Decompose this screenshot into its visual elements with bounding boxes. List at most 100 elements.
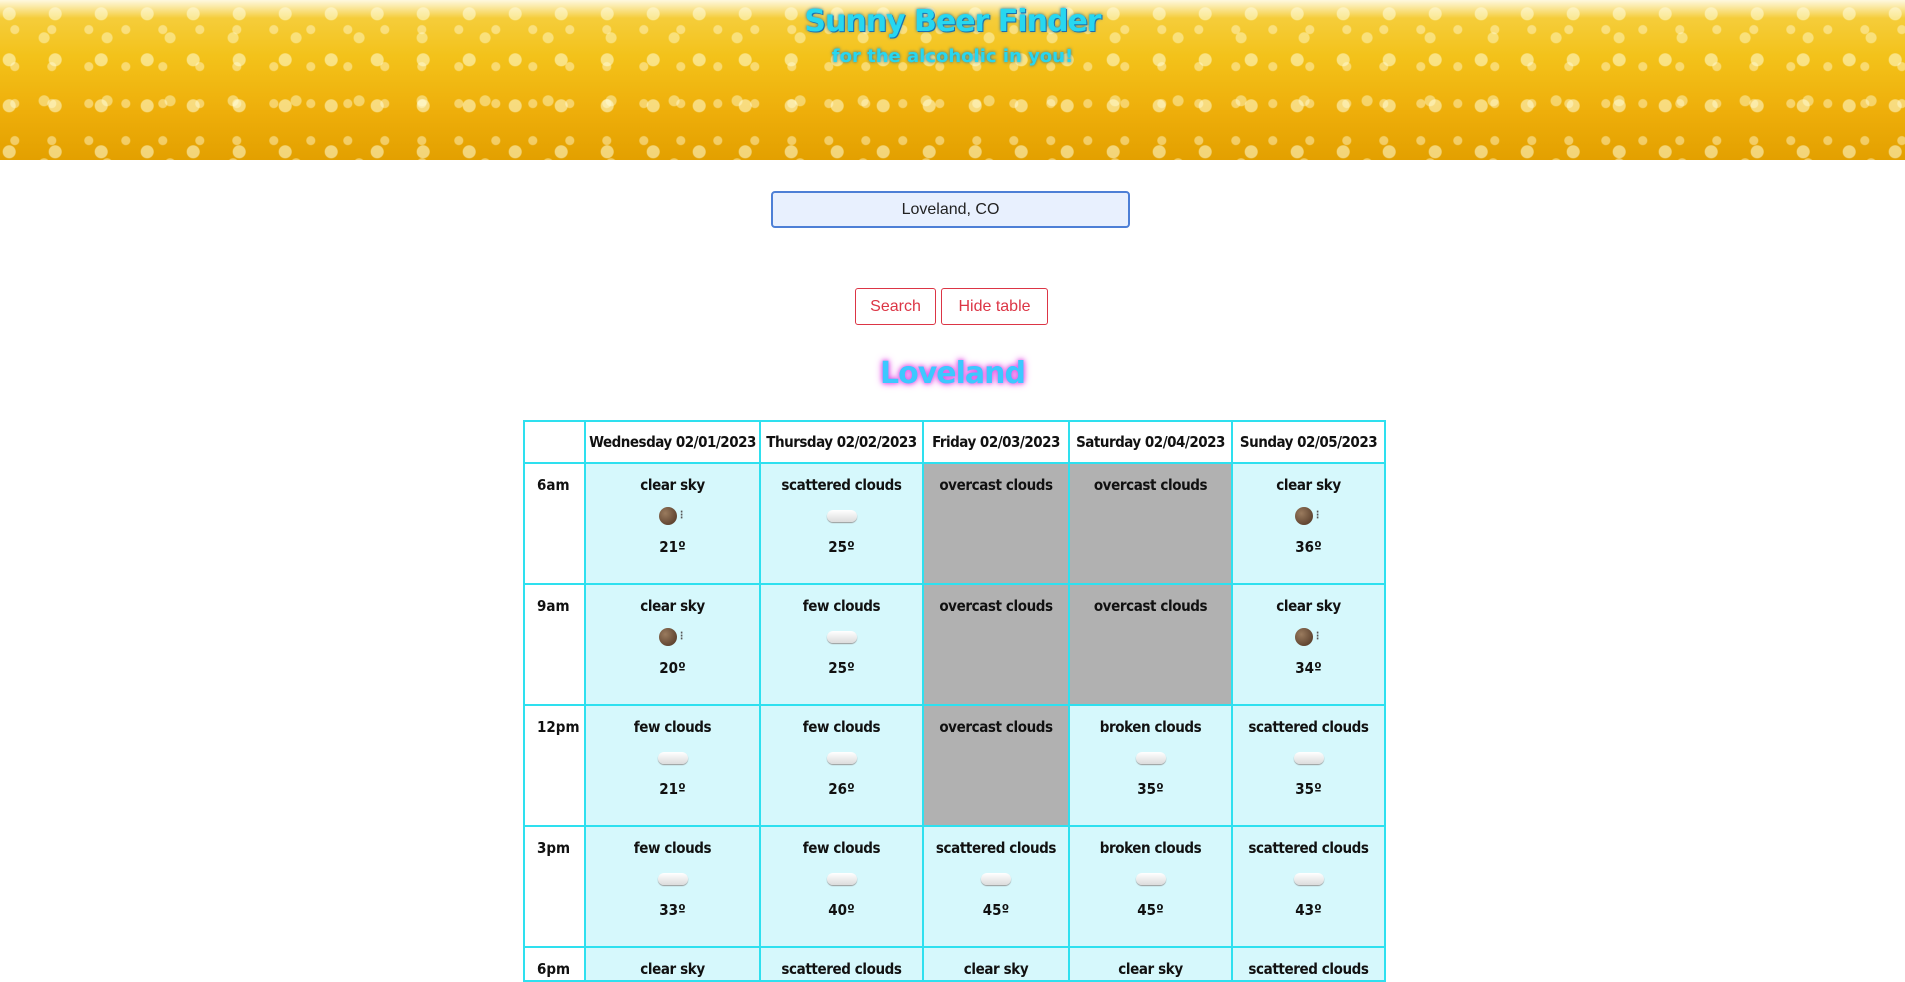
column-header-day: Thursday 02/02/2023 xyxy=(759,420,924,464)
weather-description: clear sky xyxy=(1118,960,1183,978)
search-button[interactable]: Search xyxy=(855,288,936,325)
weather-description: broken clouds xyxy=(1099,718,1202,736)
weather-description: clear sky xyxy=(640,476,705,494)
forecast-cell: scattered clouds 45º xyxy=(922,825,1070,948)
cloud-icon xyxy=(1233,865,1384,893)
dark-cloud-icon xyxy=(1070,865,1231,893)
forecast-cell: clear sky ⋮ 36º xyxy=(1231,462,1386,585)
weather-description: clear sky xyxy=(963,960,1029,978)
temperature: 25º xyxy=(828,538,855,556)
forecast-cell: overcast clouds xyxy=(922,704,1070,827)
temperature: 43º xyxy=(1295,901,1322,919)
cloud-moon-icon xyxy=(761,622,922,651)
weather-description: few clouds xyxy=(633,839,712,857)
cloud-icon xyxy=(924,865,1068,893)
column-header-day: Friday 02/03/2023 xyxy=(922,420,1070,464)
weather-description: overcast clouds xyxy=(1093,597,1208,615)
weather-description: overcast clouds xyxy=(939,597,1053,615)
forecast-cell: clear sky ⋮ 34º xyxy=(1231,583,1386,706)
temperature: 40º xyxy=(828,901,855,919)
temperature: 21º xyxy=(659,780,686,798)
temperature: 35º xyxy=(1137,780,1164,798)
table-header-row: Wednesday 02/01/2023 Thursday 02/02/2023… xyxy=(523,420,1386,464)
temperature: 34º xyxy=(1295,659,1322,677)
forecast-cell: clear sky ⋮ 20º xyxy=(584,583,761,706)
weather-description: clear sky xyxy=(1276,597,1341,615)
sun-cloud-icon xyxy=(761,865,922,893)
beer-banner: Sunny Beer Finder for the alcoholic in y… xyxy=(0,0,1905,160)
weather-description: scattered clouds xyxy=(781,960,902,978)
weather-description: broken clouds xyxy=(1099,839,1202,857)
weather-description: clear sky xyxy=(1276,476,1341,494)
city-heading: Loveland xyxy=(880,356,1026,391)
sun-cloud-icon xyxy=(586,865,759,893)
weather-description: few clouds xyxy=(802,718,881,736)
forecast-cell: scattered clouds 25º xyxy=(759,462,924,585)
forecast-cell: few clouds 25º xyxy=(759,583,924,706)
weather-description: clear sky xyxy=(640,960,705,978)
row-time-label: 9am xyxy=(523,583,586,706)
table-row: 6am clear sky ⋮ 21º scattered clouds 25º overc… xyxy=(523,462,1386,585)
row-time-label: 6am xyxy=(523,462,586,585)
temperature: 45º xyxy=(982,901,1010,919)
weather-description: clear sky xyxy=(640,597,705,615)
column-header-day: Wednesday 02/01/2023 xyxy=(584,420,761,464)
forecast-cell: clear sky xyxy=(584,946,761,982)
weather-description: scattered clouds xyxy=(1248,718,1369,736)
column-header-day: Sunday 02/05/2023 xyxy=(1231,420,1386,464)
column-header-empty xyxy=(523,420,586,464)
row-time-label: 6pm xyxy=(523,946,586,982)
column-header-day: Saturday 02/04/2023 xyxy=(1068,420,1233,464)
forecast-cell: few clouds 26º xyxy=(759,704,924,827)
temperature: 25º xyxy=(828,659,855,677)
sun-cloud-icon xyxy=(761,744,922,772)
table-row: 9am clear sky ⋮ 20º few clouds 25º overcast cl… xyxy=(523,583,1386,706)
table-row: 6pm clear sky scattered clouds clear sky cle… xyxy=(523,946,1386,982)
forecast-cell: scattered clouds xyxy=(1231,946,1386,982)
temperature: 33º xyxy=(659,901,686,919)
hide-table-button[interactable]: Hide table xyxy=(941,288,1048,325)
night-clear-icon: ⋮ xyxy=(1233,502,1384,530)
night-clear-icon: ⋮ xyxy=(586,623,759,651)
forecast-cell: overcast clouds xyxy=(1068,583,1233,706)
forecast-cell: few clouds 40º xyxy=(759,825,924,948)
temperature: 21º xyxy=(659,538,686,556)
weather-description: few clouds xyxy=(802,597,881,615)
forecast-cell: scattered clouds xyxy=(759,946,924,982)
weather-description: scattered clouds xyxy=(1248,960,1369,978)
forecast-cell: clear sky xyxy=(1068,946,1233,982)
weather-description: scattered clouds xyxy=(781,476,902,494)
forecast-cell: overcast clouds xyxy=(922,583,1070,706)
weather-description: overcast clouds xyxy=(939,718,1053,736)
forecast-cell: broken clouds 35º xyxy=(1068,704,1233,827)
cloud-icon xyxy=(761,502,922,530)
cloud-icon xyxy=(1233,744,1384,772)
row-time-label: 12pm xyxy=(523,704,586,827)
forecast-cell: overcast clouds xyxy=(922,462,1070,585)
forecast-cell: overcast clouds xyxy=(1068,462,1233,585)
temperature: 45º xyxy=(1137,901,1164,919)
forecast-cell: scattered clouds 43º xyxy=(1231,825,1386,948)
weather-description: scattered clouds xyxy=(1248,839,1369,857)
forecast-cell: clear sky ⋮ 21º xyxy=(584,462,761,585)
city-search-input[interactable]: Loveland, CO xyxy=(771,191,1130,228)
night-clear-icon: ⋮ xyxy=(586,502,759,530)
forecast-cell: few clouds 21º xyxy=(584,704,761,827)
forecast-cell: clear sky xyxy=(922,946,1070,982)
temperature: 35º xyxy=(1295,780,1322,798)
temperature: 26º xyxy=(828,780,855,798)
forecast-cell: few clouds 33º xyxy=(584,825,761,948)
forecast-table: Wednesday 02/01/2023 Thursday 02/02/2023… xyxy=(523,420,1386,982)
weather-description: few clouds xyxy=(802,839,881,857)
row-time-label: 3pm xyxy=(523,825,586,948)
sun-cloud-icon xyxy=(586,744,759,772)
forecast-cell: broken clouds 45º xyxy=(1068,825,1233,948)
app-subtitle: for the alcoholic in you! xyxy=(831,46,1074,67)
temperature: 20º xyxy=(659,659,686,677)
weather-description: overcast clouds xyxy=(1093,476,1208,494)
temperature: 36º xyxy=(1295,538,1322,556)
weather-description: few clouds xyxy=(633,718,712,736)
weather-description: scattered clouds xyxy=(935,839,1057,857)
app-title: Sunny Beer Finder xyxy=(804,4,1101,39)
weather-description: overcast clouds xyxy=(939,476,1053,494)
